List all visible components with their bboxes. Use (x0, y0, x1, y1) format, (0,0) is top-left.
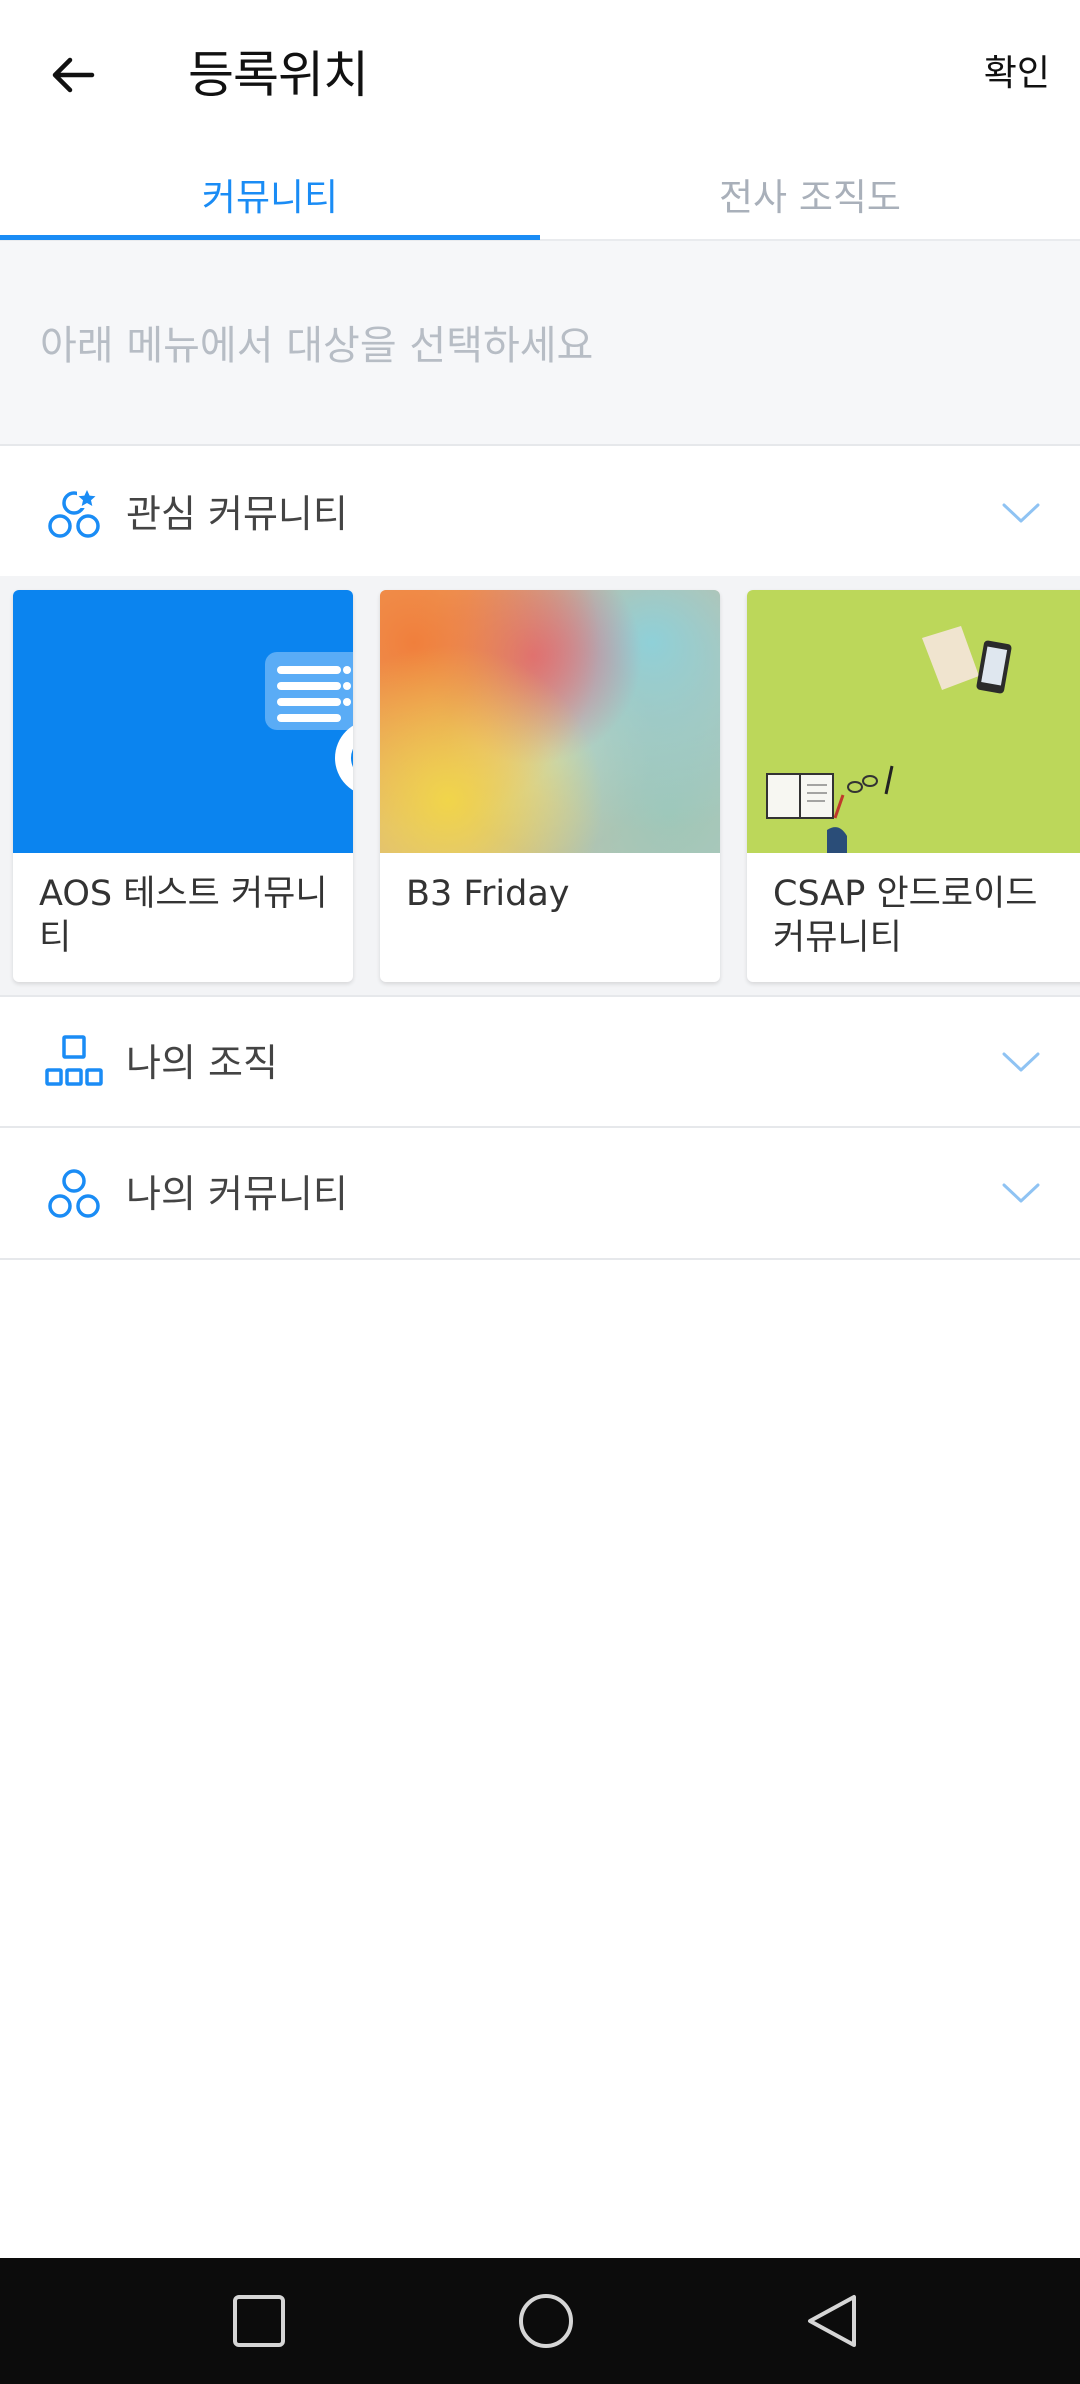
app-header: 등록위치 확인 (0, 0, 1080, 145)
desk-illustration-icon (766, 626, 1012, 853)
tab-bar: 커뮤니티 전사 조직도 (0, 145, 1080, 241)
organization-icon (45, 1035, 103, 1086)
square-icon (233, 2295, 285, 2347)
back-button[interactable] (38, 40, 108, 110)
community-cover-image (380, 590, 720, 853)
chat-illustration-icon (265, 652, 353, 791)
page-title: 등록위치 (188, 46, 369, 104)
community-card[interactable]: CSAP 안드로이드 커뮤니티 (747, 590, 1080, 982)
confirm-button[interactable]: 확인 (984, 46, 1050, 102)
recent-apps-button[interactable] (224, 2286, 294, 2356)
system-back-button[interactable] (797, 2286, 867, 2356)
divider (0, 1258, 1080, 1260)
tab-org-chart[interactable]: 전사 조직도 (540, 145, 1080, 241)
section-mine-label: 나의 커뮤니티 (126, 1172, 348, 1216)
tab-community[interactable]: 커뮤니티 (0, 145, 540, 241)
arrow-left-icon (52, 57, 95, 93)
selection-hint-bar: 아래 메뉴에서 대상을 선택하세요 (0, 241, 1080, 446)
home-button[interactable] (511, 2286, 581, 2356)
community-card-name: CSAP 안드로이드 커뮤니티 (773, 874, 1038, 958)
chevron-down-icon (1002, 1183, 1040, 1203)
triangle-back-icon (808, 2295, 856, 2347)
circle-icon (519, 2294, 573, 2348)
chevron-down-icon (1002, 1052, 1040, 1072)
favorite-community-icon (48, 488, 100, 538)
chevron-down-icon (1002, 503, 1040, 523)
community-card-name: AOS 테스트 커뮤니티 (39, 874, 328, 958)
section-interest-label: 관심 커뮤니티 (126, 492, 348, 536)
system-navigation-bar (0, 2258, 1080, 2384)
screen: 등록위치 확인 커뮤니티 전사 조직도 아래 메뉴에서 대상을 선택하세요 관심… (0, 0, 1080, 2384)
interest-community-carousel[interactable]: AOS 테스트 커뮤니티 B3 Friday CSAP 안드로이드 커뮤니티 (0, 576, 1080, 996)
selection-hint-text: 아래 메뉴에서 대상을 선택하세요 (40, 323, 594, 369)
community-card-name: B3 Friday (406, 874, 570, 914)
section-interest-community[interactable]: 관심 커뮤니티 (0, 448, 1080, 578)
community-icon (48, 1169, 100, 1218)
section-org-label: 나의 조직 (126, 1041, 278, 1085)
community-card[interactable]: AOS 테스트 커뮤니티 (13, 590, 353, 982)
section-my-community[interactable]: 나의 커뮤니티 (0, 1128, 1080, 1258)
section-my-organization[interactable]: 나의 조직 (0, 997, 1080, 1127)
community-cover-image (747, 590, 1080, 853)
community-cover-image (13, 590, 353, 853)
tab-active-indicator (0, 235, 540, 240)
community-card[interactable]: B3 Friday (380, 590, 720, 982)
